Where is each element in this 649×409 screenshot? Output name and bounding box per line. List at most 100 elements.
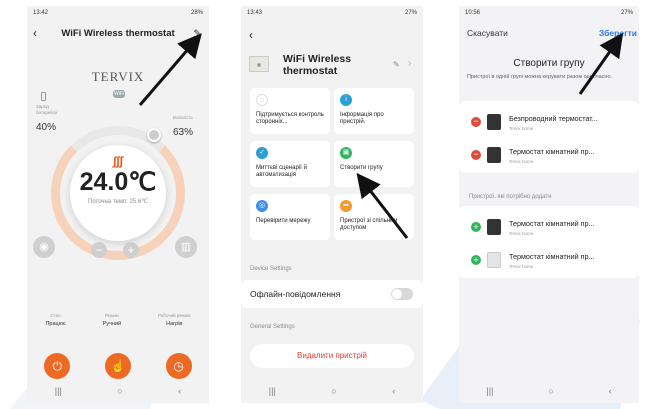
- share-icon: ➦: [340, 200, 352, 212]
- chevron-right-icon[interactable]: ›: [408, 58, 411, 69]
- tile-label: Створити групу: [340, 165, 383, 171]
- dial-knob[interactable]: [147, 128, 161, 142]
- back-button[interactable]: ‹: [609, 386, 612, 396]
- current-temperature: Поточна темп: 25.6℃: [88, 199, 148, 205]
- stats-icon[interactable]: ▥: [175, 236, 197, 258]
- hand-mode-icon[interactable]: ☝: [104, 353, 131, 379]
- status-bar: 13:43 27%: [241, 6, 423, 20]
- tile-device-info[interactable]: i Інформація про пристрій.: [334, 88, 414, 134]
- network-icon: ◎: [256, 200, 268, 212]
- status-time: 10:56: [465, 10, 481, 16]
- heat-waves-icon: ∫∫∫: [113, 154, 123, 168]
- status-battery: 28%: [190, 10, 203, 16]
- device-name: Безпроводний термостат...: [509, 113, 598, 123]
- device-image: [487, 147, 501, 163]
- remove-icon[interactable]: −: [471, 117, 481, 127]
- system-nav-bar: ||| ○ ‹: [459, 379, 639, 403]
- increase-button[interactable]: +: [123, 242, 139, 258]
- recent-apps-button[interactable]: |||: [269, 386, 276, 396]
- save-button[interactable]: Зберегти: [599, 28, 637, 38]
- device-settings-header: Device Settings: [250, 266, 292, 272]
- status-bar: 10:56 27%: [459, 6, 639, 20]
- add-icon[interactable]: +: [471, 255, 481, 265]
- add-icon[interactable]: +: [471, 222, 481, 232]
- delete-device-label: Видалити пристрій: [296, 351, 368, 360]
- set-temperature: 24.0℃: [79, 168, 157, 196]
- tile-label: Перевірити мережу: [256, 218, 311, 224]
- back-button[interactable]: ‹: [178, 386, 181, 396]
- mode-label: Робочий режим: [158, 313, 191, 318]
- offline-notification-toggle[interactable]: [391, 288, 413, 300]
- mode-label: Стан: [50, 313, 61, 318]
- mode-item: Режим Ручний: [103, 313, 121, 327]
- wifi-badge: WiFi: [113, 90, 125, 98]
- power-settings-icon[interactable]: ◉: [33, 236, 55, 258]
- mode-item: Робочий режим Нагрів: [158, 313, 190, 327]
- home-button[interactable]: ○: [331, 386, 336, 396]
- tile-scenes-automation[interactable]: ✓ Миттєві сценарії й автоматизація: [250, 141, 330, 187]
- offline-notification-row: Офлайн-повідомлення: [241, 280, 423, 308]
- device-home: Tervix home: [509, 158, 534, 164]
- device-image: [487, 219, 501, 235]
- status-battery: 27%: [620, 10, 633, 16]
- status-battery: 27%: [404, 10, 417, 16]
- tile-label: Пристрої зі спільним доступом: [340, 218, 398, 231]
- battery-value: 40%: [36, 122, 57, 133]
- tile-third-party-control[interactable]: ◌ Підтримується контроль сторонніх...: [250, 88, 330, 134]
- status-bar: 13:42 28%: [27, 6, 209, 20]
- list-item[interactable]: − Термостат кімнатний пр... Tervix home: [459, 140, 639, 170]
- mode-item: Стан Працює: [45, 313, 65, 327]
- recent-apps-button[interactable]: |||: [486, 386, 493, 396]
- create-group-screen: 10:56 27% Скасувати Зберегти Створити гр…: [459, 6, 639, 403]
- tile-label: Миттєві сценарії й автоматизація: [256, 165, 307, 178]
- schedule-icon[interactable]: ◷: [165, 353, 192, 379]
- home-button[interactable]: ○: [117, 386, 122, 396]
- device-home: Tervix home: [509, 263, 534, 269]
- humidity-value: 63%: [173, 127, 194, 138]
- check-icon: ✓: [256, 147, 268, 159]
- device-home: Tervix home: [509, 125, 534, 131]
- remove-icon[interactable]: −: [471, 150, 481, 160]
- battery-label: Заряд батарейок: [36, 104, 58, 115]
- mode-summary: Стан Працює Режим Ручний Робочий режим Н…: [27, 313, 209, 327]
- general-settings-header: General Settings: [250, 324, 295, 330]
- battery-block: Заряд батарейок 40%: [36, 92, 64, 133]
- device-name: Термостат кімнатний пр...: [509, 251, 595, 261]
- add-devices-header: Пристрої, які потрібно додати: [469, 194, 552, 200]
- brand-logo: TERVIX: [91, 69, 145, 84]
- power-icon[interactable]: ⏻: [44, 353, 71, 379]
- page-title: Створити групу: [513, 58, 585, 69]
- offline-notification-label: Офлайн-повідомлення: [250, 289, 341, 299]
- device-name: WiFi Wireless thermostat: [283, 53, 352, 77]
- bottom-actions: ⏻ ☝ ◷: [27, 353, 209, 379]
- edit-icon[interactable]: ✎: [193, 28, 201, 39]
- delete-device-button[interactable]: Видалити пристрій: [250, 344, 414, 368]
- mode-value: Працює: [45, 321, 66, 327]
- device-name: Термостат кімнатний пр...: [509, 146, 595, 156]
- tile-create-group[interactable]: ▣ Створити групу: [334, 141, 414, 187]
- thermostat-screen: 13:42 28% ‹ WiFi Wireless thermostat ✎ T…: [27, 6, 209, 403]
- tile-shared-devices[interactable]: ➦ Пристрої зі спільним доступом: [334, 194, 414, 240]
- device-thumbnail: ▦: [249, 56, 269, 72]
- edit-icon[interactable]: ✎: [393, 60, 400, 69]
- device-image: [487, 114, 501, 130]
- home-button[interactable]: ○: [548, 386, 553, 396]
- device-settings-screen: 13:43 27% ‹ ▦ WiFi Wireless thermostat ✎…: [241, 6, 423, 403]
- list-item[interactable]: − Безпроводний термостат... Tervix home: [459, 107, 639, 137]
- cancel-button[interactable]: Скасувати: [467, 28, 508, 38]
- list-item[interactable]: + Термостат кімнатний пр... Tervix home: [459, 245, 639, 275]
- mode-value: Нагрів: [166, 321, 183, 327]
- tile-label: Підтримується контроль сторонніх...: [256, 112, 324, 125]
- status-time: 13:43: [247, 10, 263, 16]
- back-button[interactable]: ‹: [392, 386, 395, 396]
- device-name: Термостат кімнатний пр...: [509, 218, 595, 228]
- recent-apps-button[interactable]: |||: [55, 386, 62, 396]
- list-item[interactable]: + Термостат кімнатний пр... Tervix home: [459, 212, 639, 242]
- tile-check-network[interactable]: ◎ Перевірити мережу: [250, 194, 330, 240]
- system-nav-bar: ||| ○ ‹: [241, 379, 423, 403]
- info-text: Пристрої в одній групі можна керувати ра…: [467, 74, 613, 80]
- back-icon[interactable]: ‹: [249, 28, 253, 42]
- humidity-block: Вологість 63%: [173, 115, 193, 138]
- decrease-button[interactable]: −: [91, 242, 107, 258]
- tile-label: Інформація про пристрій.: [340, 112, 384, 125]
